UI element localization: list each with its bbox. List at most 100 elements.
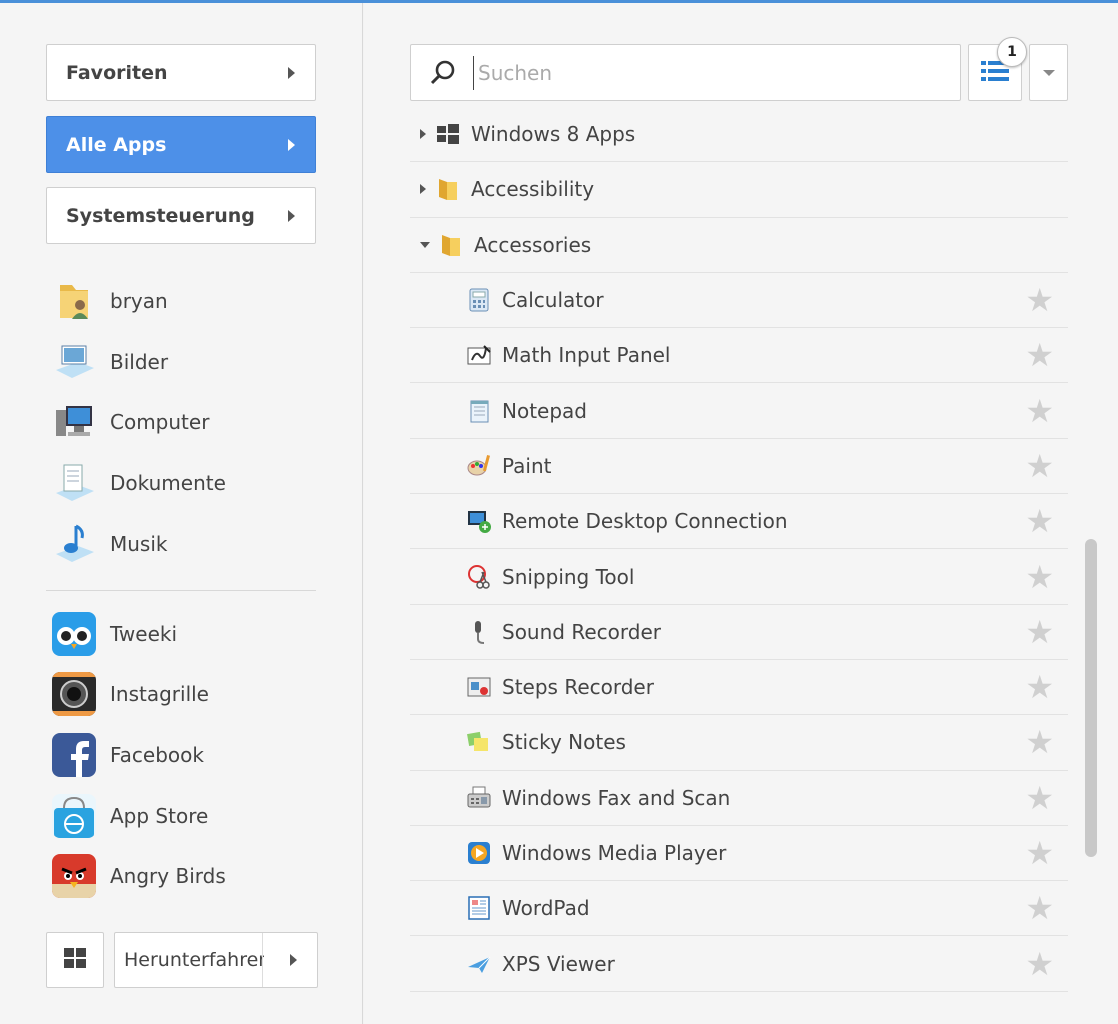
place-bilder[interactable]: Bilder <box>52 337 168 387</box>
list-item-remote-desktop-connection[interactable]: Remote Desktop Connection ★ <box>410 494 1068 550</box>
list-item-notepad[interactable]: Notepad ★ <box>410 383 1068 439</box>
list-item-windows-fax-and-scan[interactable]: Windows Fax and Scan ★ <box>410 771 1068 826</box>
item-label: Windows Media Player <box>502 841 727 865</box>
collapse-arrow-icon[interactable] <box>420 241 430 248</box>
expand-arrow-icon[interactable] <box>420 184 426 195</box>
app-label: Instagrille <box>110 682 209 706</box>
app-tweeki[interactable]: Tweeki <box>52 609 177 659</box>
app-store[interactable]: App Store <box>52 791 208 841</box>
item-label: XPS Viewer <box>502 951 615 976</box>
favorite-star-icon[interactable]: ★ <box>1025 726 1054 758</box>
nav-label: Alle Apps <box>66 133 167 156</box>
app-facebook[interactable]: Facebook <box>52 730 204 780</box>
shutdown-divider <box>262 933 263 987</box>
item-label: Snipping Tool <box>502 564 635 589</box>
view-dropdown-button[interactable] <box>1029 44 1068 101</box>
xps-viewer-icon <box>466 951 492 977</box>
item-label: Sticky Notes <box>502 730 626 755</box>
list-item-calculator[interactable]: Calculator ★ <box>410 273 1068 329</box>
notification-badge: 1 <box>997 37 1027 67</box>
remote-desktop-icon <box>466 508 492 534</box>
computer-icon <box>52 400 96 444</box>
favorite-star-icon[interactable]: ★ <box>1025 616 1054 648</box>
favorite-star-icon[interactable]: ★ <box>1025 561 1054 593</box>
list-item-steps-recorder[interactable]: Steps Recorder ★ <box>410 660 1068 716</box>
nav-alle-apps-button[interactable]: Alle Apps <box>46 116 316 173</box>
fax-icon <box>466 785 492 811</box>
steps-recorder-icon <box>466 674 492 700</box>
paint-icon <box>466 453 492 479</box>
app-label: App Store <box>110 804 209 828</box>
list-item-wordpad[interactable]: WordPad ★ <box>410 881 1068 937</box>
notepad-icon <box>466 398 492 424</box>
list-item-sticky-notes[interactable]: Sticky Notes ★ <box>410 715 1068 771</box>
list-item-sound-recorder[interactable]: Sound Recorder ★ <box>410 605 1068 660</box>
favorite-star-icon[interactable]: ★ <box>1025 837 1054 869</box>
media-player-icon <box>466 840 492 866</box>
place-computer[interactable]: Computer <box>52 397 209 447</box>
list-item-math-input-panel[interactable]: Math Input Panel ★ <box>410 328 1068 384</box>
favorite-star-icon[interactable]: ★ <box>1025 395 1054 427</box>
folder-windows-8-apps[interactable]: Windows 8 Apps <box>410 107 1068 163</box>
calculator-icon <box>466 287 492 313</box>
shutdown-button[interactable]: Herunterfahren <box>114 932 318 988</box>
list-item-xps-viewer[interactable]: XPS Viewer ★ <box>410 936 1068 992</box>
place-bryan[interactable]: bryan <box>52 276 168 326</box>
list-scrollbar[interactable] <box>1085 539 1097 857</box>
chevron-right-icon[interactable] <box>290 954 297 966</box>
snipping-tool-icon <box>466 564 492 590</box>
item-label: Windows Fax and Scan <box>502 785 731 810</box>
search-box[interactable] <box>410 44 961 101</box>
folder-icon <box>438 232 464 258</box>
favorite-star-icon[interactable]: ★ <box>1025 284 1054 316</box>
item-label: Calculator <box>502 288 604 313</box>
list-item-windows-media-player[interactable]: Windows Media Player ★ <box>410 826 1068 882</box>
favorite-star-icon[interactable]: ★ <box>1025 505 1054 537</box>
chevron-right-icon <box>288 209 295 222</box>
nav-systemsteuerung-button[interactable]: Systemsteuerung <box>46 187 316 244</box>
app-label: Facebook <box>110 743 204 767</box>
place-label: Musik <box>110 532 168 556</box>
item-label: Remote Desktop Connection <box>502 509 788 534</box>
place-label: Computer <box>110 410 210 434</box>
windows-start-button[interactable] <box>46 932 104 988</box>
search-icon <box>427 57 459 89</box>
nav-label: Favoriten <box>66 61 168 84</box>
nav-favoriten-button[interactable]: Favoriten <box>46 44 316 101</box>
app-store-icon <box>52 794 96 838</box>
list-item-snipping-tool[interactable]: Snipping Tool ★ <box>410 549 1068 605</box>
favorite-star-icon[interactable]: ★ <box>1025 450 1054 482</box>
documents-icon <box>52 461 96 505</box>
place-dokumente[interactable]: Dokumente <box>52 458 226 508</box>
folder-label: Windows 8 Apps <box>471 122 636 147</box>
pictures-icon <box>52 340 96 384</box>
favorite-star-icon[interactable]: ★ <box>1025 671 1054 703</box>
app-label: Tweeki <box>110 622 178 646</box>
favorite-star-icon[interactable]: ★ <box>1025 948 1054 980</box>
angry-birds-icon <box>52 854 96 898</box>
sidebar-divider <box>46 590 316 591</box>
favorite-star-icon[interactable]: ★ <box>1025 339 1054 371</box>
list-view-button[interactable]: 1 <box>968 37 1027 101</box>
tweeki-icon <box>52 612 96 656</box>
shutdown-label: Herunterfahren <box>124 949 264 971</box>
chevron-down-icon <box>1042 69 1055 76</box>
app-angry-birds[interactable]: Angry Birds <box>52 851 226 901</box>
favorite-star-icon[interactable]: ★ <box>1025 782 1054 814</box>
folder-accessibility[interactable]: Accessibility <box>410 162 1068 218</box>
place-musik[interactable]: Musik <box>52 519 168 569</box>
math-input-icon <box>466 342 492 368</box>
item-label: Sound Recorder <box>502 619 661 644</box>
search-input[interactable] <box>473 55 943 90</box>
item-label: Paint <box>502 453 552 478</box>
folder-icon <box>435 176 461 202</box>
folder-accessories[interactable]: Accessories <box>410 218 1068 273</box>
item-label: Math Input Panel <box>502 343 671 368</box>
chevron-right-icon <box>288 66 295 79</box>
app-list: Windows 8 Apps Accessibility Accessories… <box>410 107 1068 992</box>
favorite-star-icon[interactable]: ★ <box>1025 892 1054 924</box>
expand-arrow-icon[interactable] <box>420 129 426 140</box>
app-instagrille[interactable]: Instagrille <box>52 669 209 719</box>
folder-label: Accessibility <box>471 177 595 202</box>
list-item-paint[interactable]: Paint ★ <box>410 439 1068 495</box>
